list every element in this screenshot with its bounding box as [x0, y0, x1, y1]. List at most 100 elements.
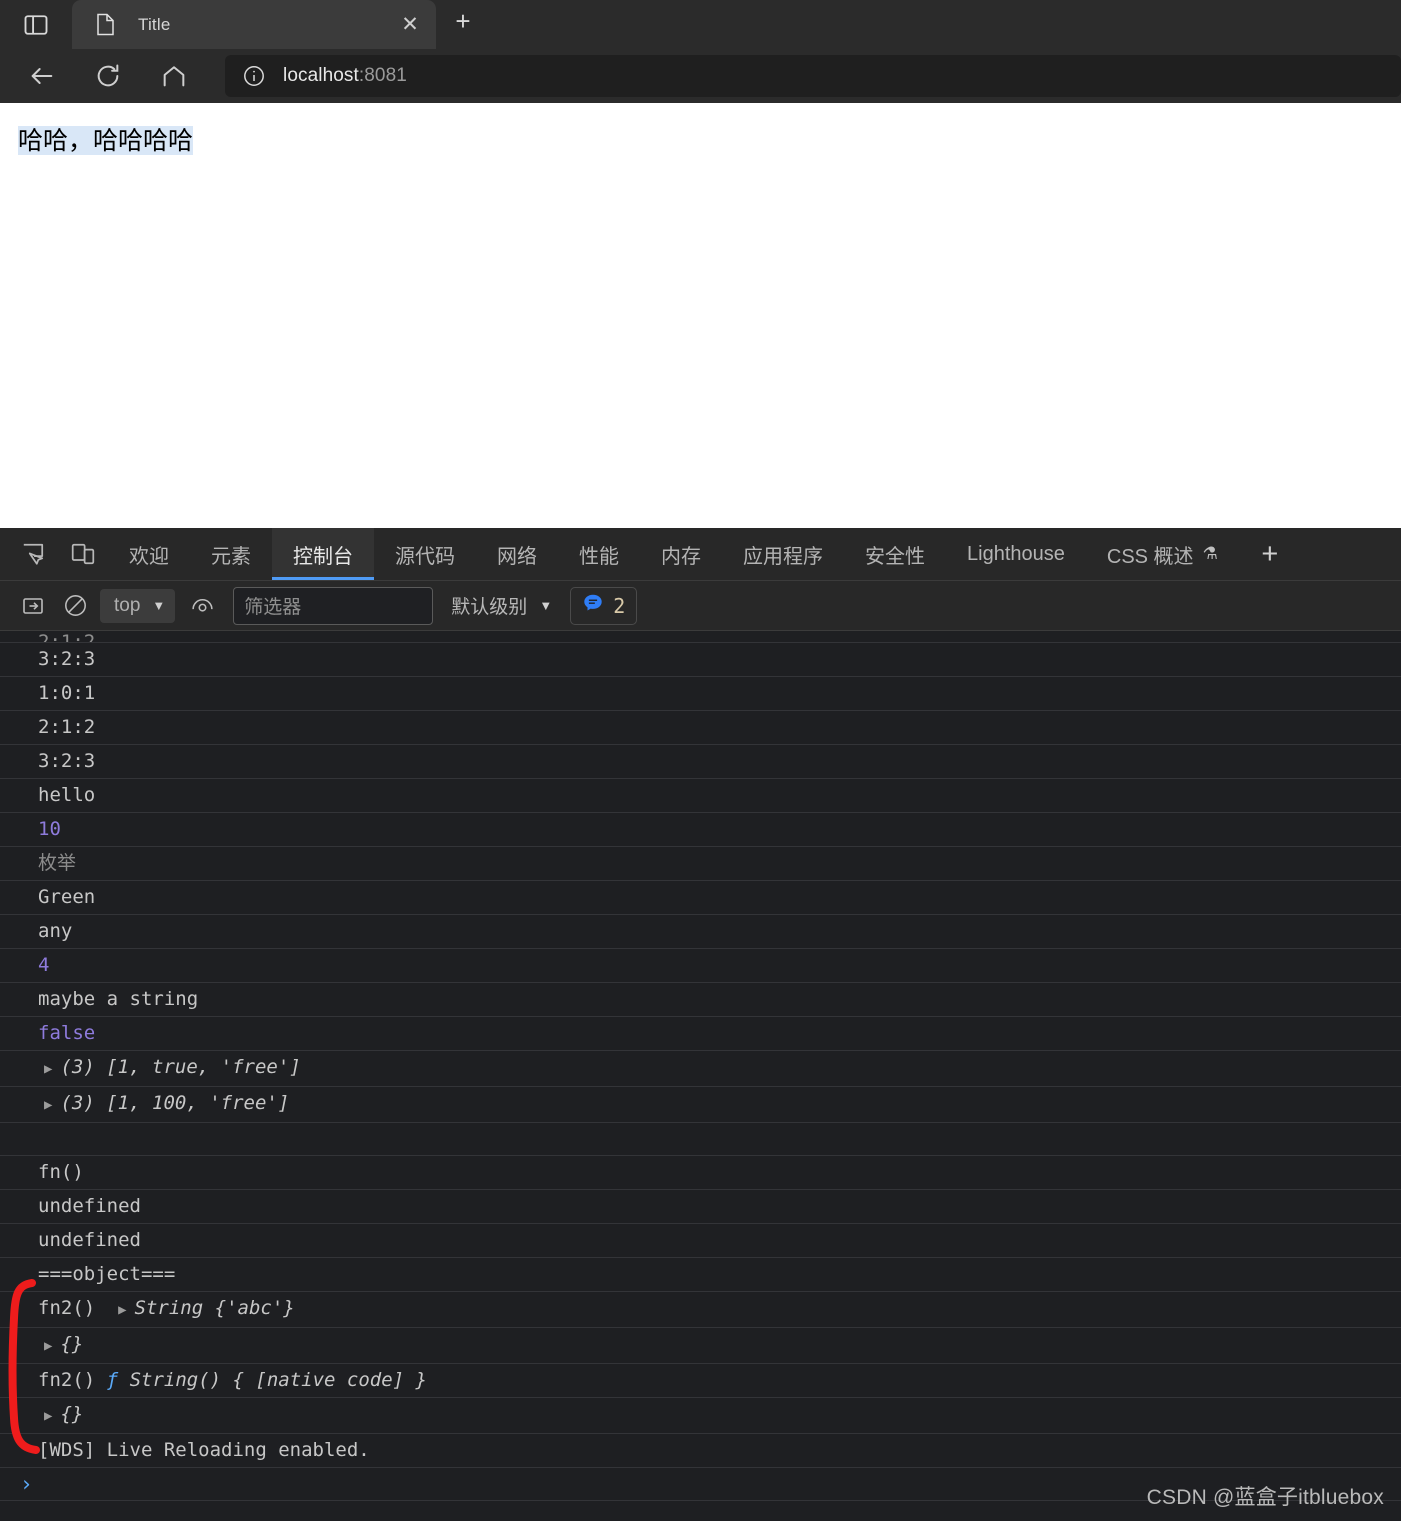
clear-console-icon[interactable]	[54, 585, 96, 627]
array-length: (3)	[60, 1056, 95, 1078]
tab-memory[interactable]: 内存	[640, 528, 722, 580]
tab-security[interactable]: 安全性	[844, 528, 946, 580]
log-row-array[interactable]: ▶ (3) [1, true, 'free']	[0, 1051, 1401, 1087]
log-row[interactable]: 2:1:2	[0, 711, 1401, 745]
execution-context-select[interactable]: top ▼	[100, 588, 176, 623]
tab-label: 网络	[497, 545, 537, 568]
browser-tab[interactable]: Title ✕	[72, 0, 436, 49]
tab-network[interactable]: 网络	[476, 528, 558, 580]
tab-label: Lighthouse	[967, 542, 1065, 565]
chevron-down-icon: ▼	[539, 598, 553, 613]
log-row[interactable]: 2:1:2	[0, 631, 1401, 643]
page-viewport: 哈哈，哈哈哈哈	[0, 103, 1401, 528]
tab-strip: Title ✕ +	[0, 0, 1401, 49]
tab-label: 欢迎	[129, 545, 169, 568]
message-count: 2	[613, 593, 626, 618]
tab-sources[interactable]: 源代码	[374, 528, 476, 580]
tab-label: 应用程序	[743, 545, 823, 568]
filter-input[interactable]: 筛选器	[233, 586, 434, 625]
message-bubble-icon	[582, 592, 604, 619]
live-expression-icon[interactable]	[181, 585, 223, 627]
tab-label: 源代码	[395, 545, 455, 568]
log-row[interactable]: any	[0, 915, 1401, 949]
expand-triangle-icon[interactable]: ▶	[44, 1405, 52, 1428]
tab-performance[interactable]: 性能	[558, 528, 640, 580]
log-row-empty-object[interactable]: ▶ {}	[0, 1398, 1401, 1434]
page-body-text: 哈哈，哈哈哈哈	[18, 126, 194, 155]
chevron-down-icon: ▼	[152, 598, 166, 613]
tab-lighthouse[interactable]: Lighthouse	[946, 528, 1086, 580]
log-row-empty-object[interactable]: ▶ {}	[0, 1328, 1401, 1364]
back-arrow-icon[interactable]	[20, 54, 64, 98]
log-number: 10	[38, 818, 61, 840]
function-keyword-icon: ƒ	[106, 1369, 119, 1391]
site-info-icon[interactable]	[241, 63, 267, 89]
tab-css-overview[interactable]: CSS 概述 ⚗	[1086, 528, 1239, 580]
tab-label: 内存	[661, 545, 701, 568]
array-item: true	[152, 1056, 198, 1078]
log-row-string-object[interactable]: fn2() ▶ String {'abc'}	[0, 1292, 1401, 1328]
log-row[interactable]: undefined	[0, 1224, 1401, 1258]
reload-icon[interactable]	[86, 54, 130, 98]
execution-context-value: top	[114, 594, 141, 616]
log-row-array[interactable]: ▶ (3) [1, 100, 'free']	[0, 1087, 1401, 1123]
expand-triangle-icon[interactable]: ▶	[44, 1335, 52, 1358]
log-row[interactable]: false	[0, 1017, 1401, 1051]
navigation-bar: localhost:8081	[0, 49, 1401, 103]
array-length: (3)	[60, 1092, 95, 1114]
log-row-blank[interactable]	[0, 1123, 1401, 1156]
array-item: 1	[117, 1092, 130, 1114]
expand-triangle-icon[interactable]: ▶	[44, 1094, 52, 1117]
tab-console[interactable]: 控制台	[272, 528, 374, 580]
home-icon[interactable]	[152, 54, 196, 98]
log-row[interactable]: maybe a string	[0, 983, 1401, 1017]
tab-welcome[interactable]: 欢迎	[108, 528, 190, 580]
function-signature: String() { [native code] }	[129, 1369, 427, 1391]
devtools-tabbar: 欢迎 元素 控制台 源代码 网络 性能 内存 应用程序 安全性 Lighthou…	[0, 528, 1401, 581]
log-prefix: fn2()	[38, 1369, 96, 1391]
log-row[interactable]: 1:0:1	[0, 677, 1401, 711]
tab-label: 元素	[211, 545, 251, 568]
log-row-native-function[interactable]: fn2() ƒ String() { [native code] }	[0, 1364, 1401, 1398]
flask-icon: ⚗	[1202, 544, 1218, 563]
log-row[interactable]: [WDS] Live Reloading enabled.	[0, 1434, 1401, 1468]
log-row[interactable]: 4	[0, 949, 1401, 983]
bracket-open: [	[106, 1056, 118, 1078]
log-row[interactable]: ===object===	[0, 1258, 1401, 1292]
log-row[interactable]: 3:2:3	[0, 643, 1401, 677]
log-row[interactable]: hello	[0, 779, 1401, 813]
tab-elements[interactable]: 元素	[190, 528, 272, 580]
log-row[interactable]: undefined	[0, 1190, 1401, 1224]
tab-application[interactable]: 应用程序	[722, 528, 844, 580]
address-bar-url: localhost:8081	[283, 65, 407, 87]
watermark: CSDN @蓝盒子itbluebox	[1146, 1486, 1384, 1509]
bracket-close: ]	[277, 1092, 290, 1114]
object-literal: {}	[60, 1333, 84, 1355]
device-toolbar-icon[interactable]	[58, 528, 108, 580]
tab-title: Title	[138, 14, 171, 34]
log-row[interactable]: Green	[0, 881, 1401, 915]
array-item: 'free'	[220, 1056, 290, 1078]
message-count-badge[interactable]: 2	[570, 586, 638, 625]
more-panels-button[interactable]: +	[1239, 528, 1301, 580]
new-tab-button[interactable]: +	[436, 0, 490, 49]
tab-label: 控制台	[293, 545, 353, 568]
expand-triangle-icon[interactable]: ▶	[44, 1058, 52, 1081]
log-number: 4	[38, 954, 50, 976]
console-sidebar-icon[interactable]	[12, 585, 54, 627]
expand-triangle-icon[interactable]: ▶	[118, 1299, 126, 1322]
log-level-select[interactable]: 默认级别 ▼	[451, 592, 552, 619]
inspect-element-icon[interactable]	[8, 528, 58, 580]
address-bar[interactable]: localhost:8081	[225, 55, 1401, 97]
log-row[interactable]: fn()	[0, 1156, 1401, 1190]
log-row[interactable]: 3:2:3	[0, 745, 1401, 779]
object-value: 'abc'	[226, 1297, 284, 1319]
log-row[interactable]: 10	[0, 813, 1401, 847]
console-log-list[interactable]: 2:1:2 3:2:3 1:0:1 2:1:2 3:2:3 hello 10 枚…	[0, 631, 1401, 1521]
array-item: 1	[117, 1056, 130, 1078]
browser-chrome: Title ✕ + localhost:8081	[0, 0, 1401, 103]
url-host: localhost	[283, 65, 359, 86]
close-icon[interactable]: ✕	[388, 3, 432, 47]
sidebar-toggle-icon[interactable]	[0, 0, 72, 49]
log-row[interactable]: 枚举	[0, 847, 1401, 881]
